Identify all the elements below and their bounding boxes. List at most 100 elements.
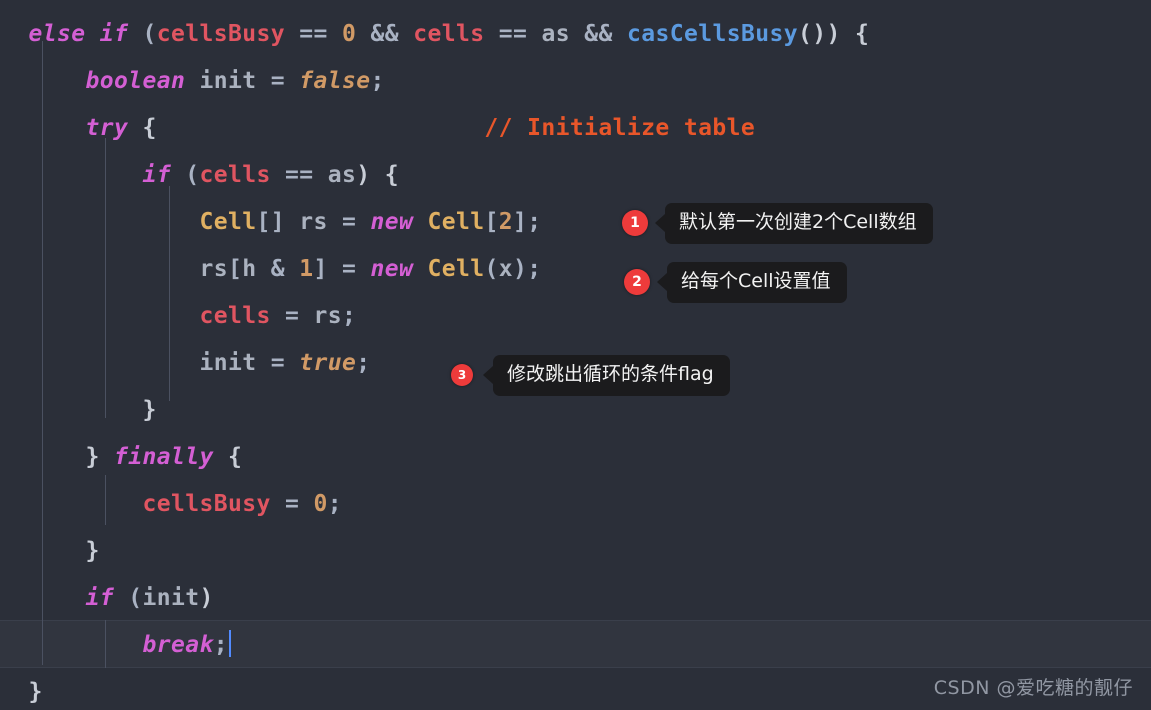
code-line-3: try { // Initialize table: [0, 104, 1151, 152]
token-h: h: [242, 256, 257, 282]
token-l7-assign: =: [270, 303, 314, 329]
token-l5-brackets: []: [256, 209, 285, 235]
token-l6-ob: [: [227, 256, 243, 282]
token-l6-cb: ]: [313, 256, 328, 282]
token-true: true: [299, 350, 357, 376]
annotation-badge-1[interactable]: 1: [622, 210, 648, 237]
annotation-3[interactable]: 3 修改跳出循环的条件flag: [451, 355, 730, 396]
annotation-arrow-icon-1: [655, 214, 665, 233]
token-and1: &&: [356, 21, 414, 47]
token-l12-brace: }: [85, 538, 100, 564]
token-l5-tail: ];: [512, 209, 542, 235]
token-l8-assign: =: [256, 350, 300, 376]
code-line-10: } finally {: [0, 433, 1151, 481]
code-line-5: Cell[] rs = new Cell[2];: [0, 198, 1151, 246]
token-l10-open: {: [213, 444, 243, 470]
token-zero: 0: [341, 21, 357, 47]
token-l6-op: (: [484, 256, 499, 282]
annotation-text-1: 默认第一次创建2个Cell数组: [665, 203, 933, 244]
token-cells: cells: [413, 21, 485, 47]
token-as: as: [327, 162, 357, 188]
annotation-bubble-wrap-3: 修改跳出循环的条件flag: [483, 355, 730, 396]
token-rs: rs: [199, 256, 228, 282]
csdn-watermark: CSDN @爱吃糖的靓仔: [933, 677, 1133, 699]
annotation-arrow-icon-2: [657, 273, 667, 292]
code-line-2: boolean init = false;: [0, 57, 1151, 105]
token-false: false: [299, 68, 371, 94]
code-line-4: if (cells == as) {: [0, 151, 1151, 199]
token-l8-semi: ;: [356, 350, 371, 376]
token-as: as: [541, 21, 570, 47]
token-else: else: [28, 21, 86, 47]
token-l6-tail: );: [512, 256, 542, 282]
token-l3-brace: {: [128, 115, 157, 141]
token-zero: 0: [313, 491, 328, 517]
token-and2: &&: [569, 21, 627, 47]
token-cells: cells: [199, 303, 271, 329]
token-cells: cells: [199, 162, 271, 188]
code-line-7: cells = rs;: [0, 292, 1151, 340]
token-l1-tail: ()) {: [797, 21, 870, 47]
token-l7-semi: ;: [341, 303, 357, 329]
token-assign: =: [270, 68, 300, 94]
annotation-bubble-wrap-2: 给每个Cell设置值: [657, 262, 847, 303]
annotation-bubble-wrap-1: 默认第一次创建2个Cell数组: [655, 203, 933, 244]
token-rs: rs: [313, 303, 342, 329]
token-type-cell2: Cell: [413, 209, 485, 235]
token-l13-open: (: [113, 585, 143, 611]
text-caret: [228, 630, 231, 657]
token-l6-amp: &: [256, 256, 300, 282]
token-l5-assign: =: [341, 209, 371, 235]
token-cellsbusy: cellsBusy: [142, 491, 271, 517]
token-cellsbusy: cellsBusy: [156, 21, 285, 47]
annotation-arrow-icon-3: [483, 366, 493, 385]
token-if: if: [99, 21, 129, 47]
token-eq1: ==: [284, 21, 342, 47]
token-init: init: [185, 68, 271, 94]
token-l10-close: }: [85, 444, 114, 470]
token-l9-brace: }: [142, 397, 157, 423]
token-new: new: [370, 256, 414, 282]
token-l13-close: ): [199, 585, 214, 611]
token-finally: finally: [113, 444, 214, 470]
token-x: x: [498, 256, 513, 282]
token-comment-initialize-table: // Initialize table: [484, 115, 756, 141]
token-l4-eq: ==: [270, 162, 328, 188]
token-semi: ;: [370, 68, 385, 94]
code-line-13: if (init): [0, 574, 1151, 622]
token-l6-assign: =: [327, 256, 371, 282]
token-one: 1: [299, 256, 314, 282]
token-l5-idx: [: [484, 209, 499, 235]
token-l11-assign: =: [270, 491, 314, 517]
code-line-14: break;: [0, 621, 1151, 669]
annotation-1[interactable]: 1 默认第一次创建2个Cell数组: [622, 203, 933, 244]
annotation-badge-2[interactable]: 2: [624, 269, 650, 296]
token-eq2: ==: [484, 21, 542, 47]
token-two: 2: [498, 209, 513, 235]
annotation-text-3: 修改跳出循环的条件flag: [493, 355, 730, 396]
token-l4-open: (: [170, 162, 200, 188]
token-rs: rs: [284, 209, 342, 235]
token-break: break: [142, 632, 214, 658]
code-line-6: rs[h & 1] = new Cell(x);: [0, 245, 1151, 293]
token-new: new: [370, 209, 414, 235]
token-init: init: [142, 585, 200, 611]
token-init: init: [199, 350, 257, 376]
code-editor-screenshot: else if (cellsBusy == 0 && cells == as &…: [0, 0, 1151, 710]
code-line-1: else if (cellsBusy == 0 && cells == as &…: [0, 10, 1151, 58]
token-if: if: [142, 162, 171, 188]
token-paren-open: (: [128, 21, 157, 47]
token-l15-brace: }: [28, 679, 43, 705]
code-line-12: }: [0, 527, 1151, 575]
token-l14-semi: ;: [213, 632, 228, 658]
annotation-2[interactable]: 2 给每个Cell设置值: [624, 262, 847, 303]
annotation-text-2: 给每个Cell设置值: [667, 262, 847, 303]
token-l4-close: ) {: [356, 162, 399, 188]
token-type-cell: Cell: [413, 256, 485, 282]
token-boolean: boolean: [85, 68, 186, 94]
code-line-11: cellsBusy = 0;: [0, 480, 1151, 528]
token-try: try: [85, 115, 129, 141]
token-type-cell: Cell: [199, 209, 257, 235]
annotation-badge-3[interactable]: 3: [451, 364, 473, 387]
token-if: if: [85, 585, 114, 611]
